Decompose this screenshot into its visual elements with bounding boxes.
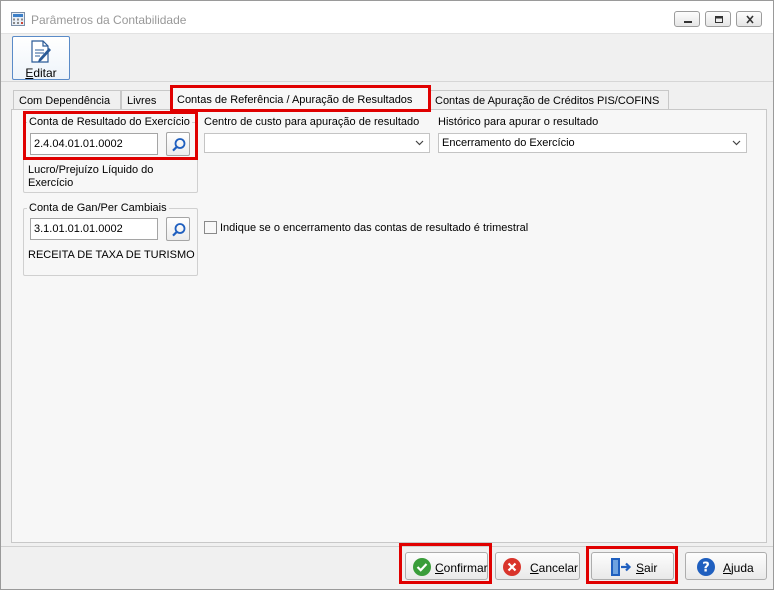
resultado-search-button[interactable] <box>166 132 190 156</box>
close-icon <box>746 15 754 24</box>
tab-livres[interactable]: Livres <box>121 90 171 111</box>
toolbar: Editar <box>1 34 773 82</box>
minimize-button[interactable] <box>674 11 700 27</box>
resultado-group: Conta de Resultado do Exercício 2.4.04.0… <box>23 116 198 193</box>
tab-com-dependencia[interactable]: Com Dependência <box>13 90 121 111</box>
minimize-icon <box>684 21 692 23</box>
help-icon: ? <box>697 558 715 576</box>
trimestral-label: Indique se o encerramento das contas de … <box>220 222 529 234</box>
bottom-bar: Confirmar Cancelar Sair ? Ajuda <box>1 546 773 589</box>
ajuda-button[interactable]: ? Ajuda <box>685 552 767 580</box>
historico-select[interactable]: Encerramento do Exercício <box>438 133 747 153</box>
app-icon <box>11 12 25 26</box>
tab-contas-apuracao-pis-cofins[interactable]: Contas de Apuração de Créditos PIS/COFIN… <box>429 90 669 111</box>
chevron-down-icon <box>415 140 424 146</box>
ganper-group-title: Conta de Gan/Per Cambiais <box>27 202 169 214</box>
ajuda-label: Ajuda <box>723 561 754 575</box>
cancelar-button[interactable]: Cancelar <box>495 552 580 580</box>
svg-text:?: ? <box>702 561 710 576</box>
restore-icon <box>715 16 723 23</box>
check-circle-icon <box>413 558 431 576</box>
historico-label: Histórico para apurar o resultado <box>438 116 599 128</box>
sair-label: Sair <box>636 561 658 575</box>
resultado-group-title: Conta de Resultado do Exercício <box>27 116 192 128</box>
window-title: Parâmetros da Contabilidade <box>31 13 187 27</box>
exit-door-icon <box>611 558 632 576</box>
centro-custo-select[interactable] <box>204 133 430 153</box>
centro-custo-label: Centro de custo para apuração de resulta… <box>204 116 420 128</box>
editar-label: Editar <box>25 66 57 80</box>
resultado-account-input[interactable]: 2.4.04.01.01.0002 <box>30 133 158 155</box>
maximize-button[interactable] <box>705 11 731 27</box>
cancel-circle-icon <box>503 558 521 576</box>
cancelar-label: Cancelar <box>530 561 579 575</box>
chevron-down-icon <box>732 140 741 146</box>
close-window-button[interactable] <box>736 11 762 27</box>
editar-button[interactable]: Editar <box>12 36 70 80</box>
sair-button[interactable]: Sair <box>591 552 674 580</box>
search-icon <box>172 223 186 237</box>
ganper-group: Conta de Gan/Per Cambiais 3.1.01.01.01.0… <box>23 202 198 276</box>
confirmar-label: Confirmar <box>435 561 488 575</box>
trimestral-checkbox[interactable] <box>204 221 217 234</box>
window: Parâmetros da Contabilidade Editar Com D <box>0 0 774 590</box>
resultado-description: Lucro/Prejuízo Líquido do Exercício <box>28 164 154 189</box>
tab-strip: Com Dependência Livres Contas de Referên… <box>11 87 771 111</box>
ganper-description: RECEITA DE TAXA DE TURISMO <box>28 249 195 261</box>
ganper-search-button[interactable] <box>166 217 190 241</box>
confirmar-button[interactable]: Confirmar <box>405 552 488 580</box>
ganper-account-input[interactable]: 3.1.01.01.01.0002 <box>30 218 158 240</box>
tab-contas-referencia[interactable]: Contas de Referência / Apuração de Resul… <box>171 87 429 111</box>
title-bar: Parâmetros da Contabilidade <box>1 1 773 34</box>
tab-panel: Conta de Resultado do Exercício 2.4.04.0… <box>11 109 767 543</box>
edit-document-icon <box>31 40 51 63</box>
search-icon <box>172 138 186 152</box>
